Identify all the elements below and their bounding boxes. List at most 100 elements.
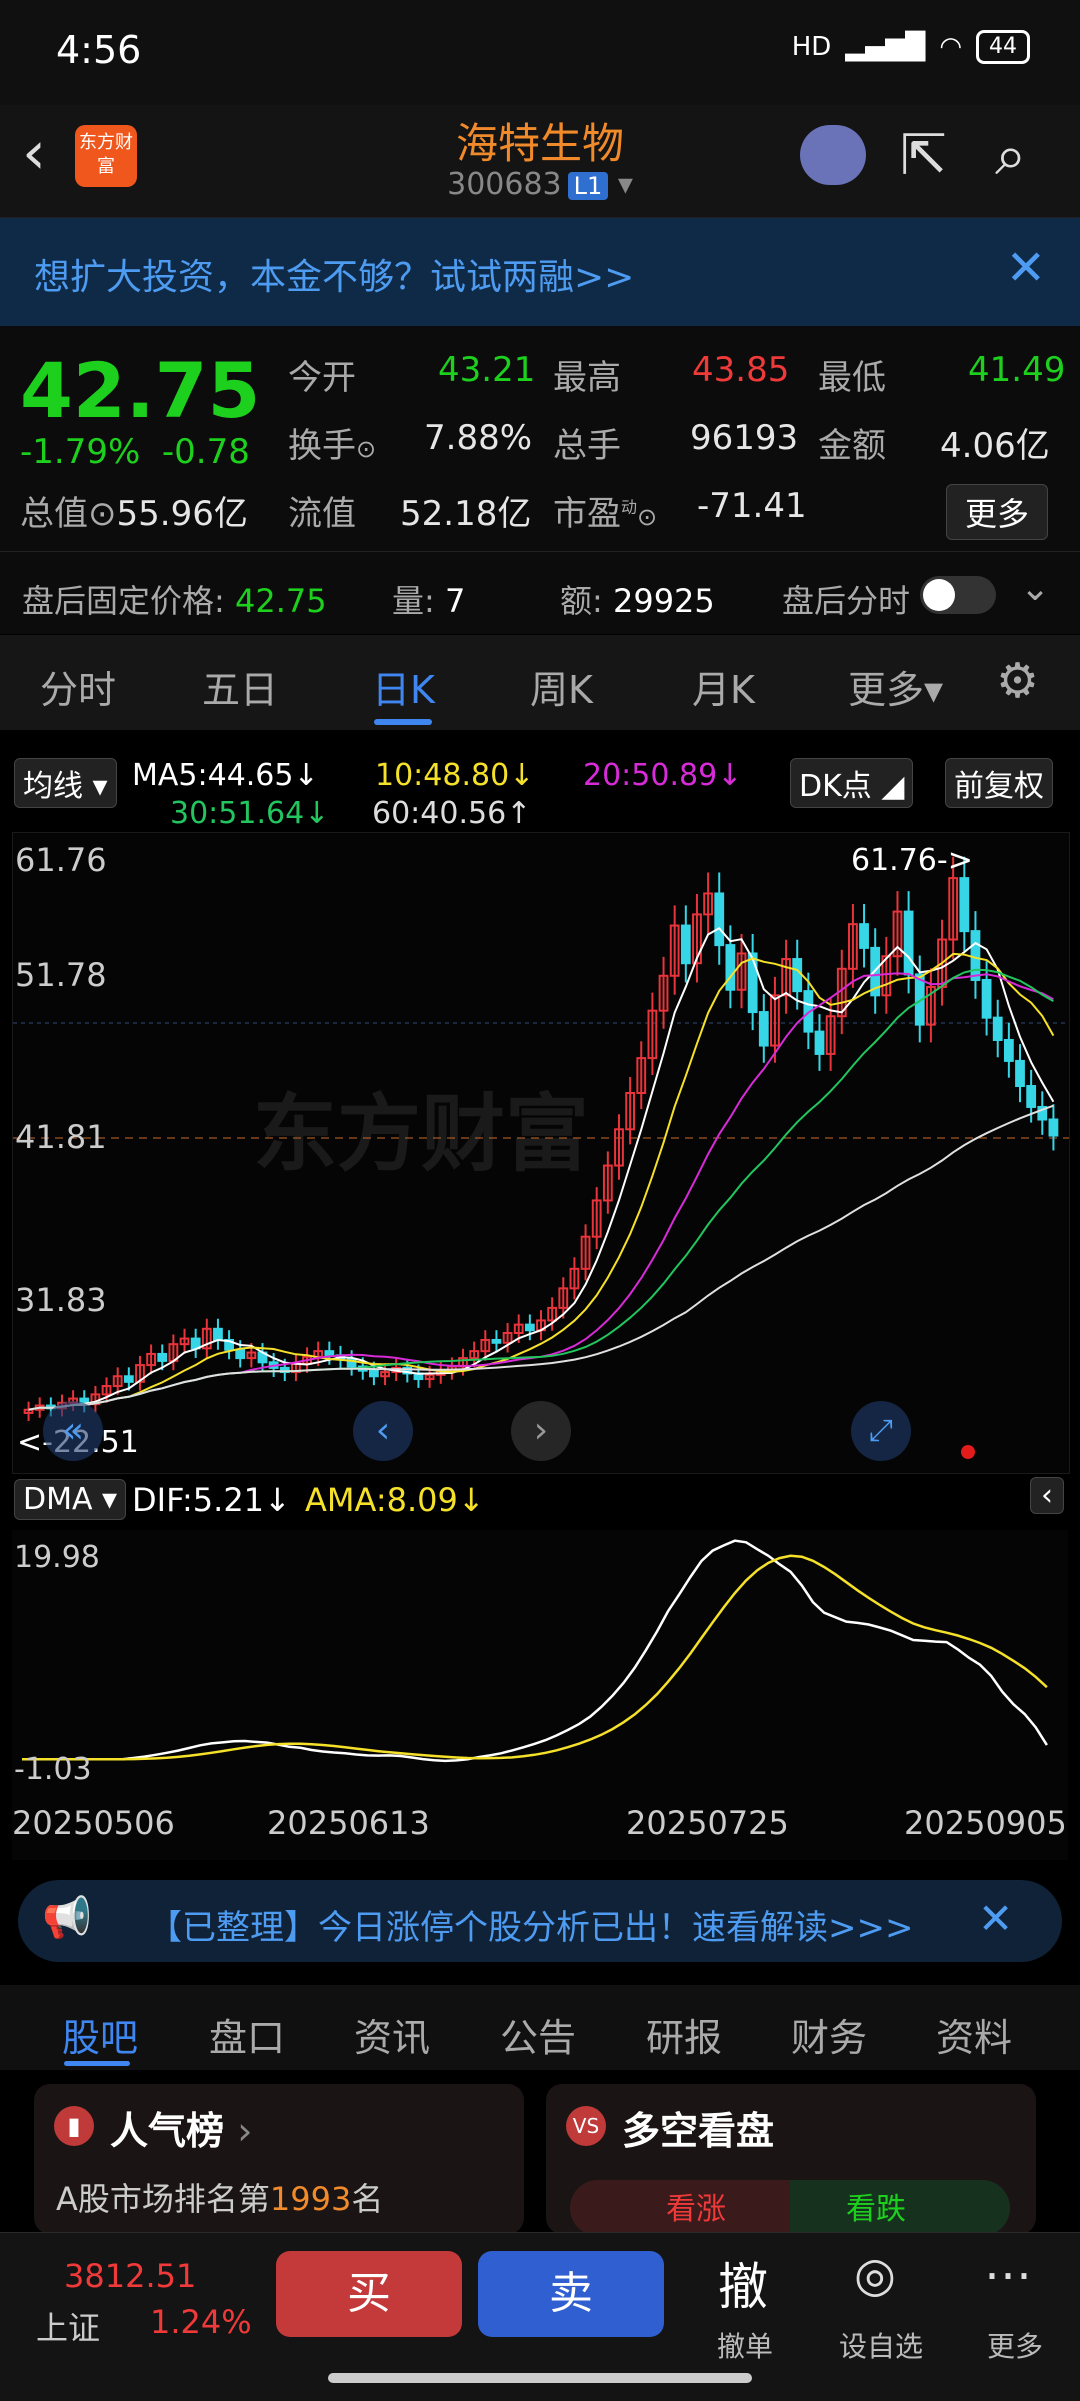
- cancel-order-icon[interactable]: 撤: [718, 2247, 768, 2319]
- status-bar: 4:56 HD ▂▄▆█ ◠ 44: [0, 0, 1080, 105]
- tab-news[interactable]: 资讯: [354, 2007, 430, 2062]
- dk-point-button[interactable]: DK点 ◢: [790, 758, 914, 808]
- stock-header: 海特生物 300683 L1 ▾ ‹ 东方财富 ⇱ ⌕: [0, 105, 1080, 218]
- tab-profile[interactable]: 资料: [936, 2007, 1012, 2062]
- buy-button[interactable]: 买: [276, 2251, 462, 2337]
- search-icon[interactable]: ⌕: [995, 123, 1026, 189]
- candle-body: [235, 1348, 246, 1360]
- y-tick-4: 31.83: [15, 1281, 107, 1319]
- quote-panel: 42.75 -1.79% -0.78 总值⊙55.96亿 今开 43.21 最高…: [0, 326, 1080, 551]
- candle-body: [970, 930, 981, 981]
- dif-value: DIF:5.21↓: [132, 1481, 291, 1519]
- ma5-value: MA5:44.65↓: [132, 758, 319, 793]
- dif-line: [22, 1539, 1048, 1763]
- high-label: 最高: [553, 358, 621, 398]
- tab-five-day[interactable]: 五日: [202, 659, 278, 714]
- tab-finance[interactable]: 财务: [791, 2007, 867, 2062]
- chevron-down-icon[interactable]: ⌄: [1020, 568, 1050, 609]
- toggle-knob: [923, 579, 955, 611]
- tab-timeshare[interactable]: 分时: [40, 659, 116, 714]
- bull-bear-card[interactable]: VS 多空看盘 看涨 看跌: [546, 2084, 1036, 2236]
- candle-body: [190, 1337, 201, 1350]
- turnover-label: 换手⊙: [288, 426, 377, 466]
- candle-body: [1003, 1038, 1014, 1062]
- popular-title: 人气榜 ›: [110, 2109, 253, 2153]
- float-value: 52.18亿: [400, 494, 532, 534]
- indicator-selector[interactable]: DMA ▾: [14, 1479, 127, 1520]
- vs-icon: VS: [566, 2106, 606, 2146]
- ah-timeshare-toggle[interactable]: [920, 576, 996, 614]
- wifi-icon: ◠: [939, 32, 962, 62]
- back-icon[interactable]: ‹: [22, 123, 46, 183]
- more-dots-icon[interactable]: ⋯: [984, 2247, 1032, 2303]
- ma10-value: 10:48.80↓: [375, 758, 535, 793]
- ma-selector[interactable]: 均线 ▾: [14, 758, 117, 808]
- news-notice[interactable]: 📢 【已整理】今日涨停个股分析已出！速看解读>>> ✕: [18, 1880, 1062, 1962]
- scroll-start-icon[interactable]: «: [43, 1401, 103, 1461]
- price-adjust-button[interactable]: 前复权: [945, 758, 1053, 808]
- tab-announcements[interactable]: 公告: [500, 2007, 576, 2062]
- tab-research[interactable]: 研报: [646, 2007, 722, 2062]
- scroll-left-icon[interactable]: ‹: [353, 1401, 413, 1461]
- candlestick-chart[interactable]: 东方财富 61.76 51.78 41.81 31.83 61.76-> <-2…: [12, 832, 1070, 1474]
- turnover-value: 7.88%: [424, 418, 533, 458]
- status-icons: HD ▂▄▆█ ◠ 44: [792, 30, 1030, 64]
- popular-rank-text: A股市场排名第1993名: [56, 2180, 384, 2218]
- tab-monthly-k[interactable]: 月K: [692, 659, 755, 714]
- bull-button[interactable]: 看涨: [666, 2184, 726, 2228]
- close-icon[interactable]: ✕: [978, 1894, 1013, 1943]
- settings-gear-icon[interactable]: ⚙: [996, 653, 1039, 709]
- scroll-right-icon[interactable]: ›: [511, 1401, 571, 1461]
- battery-icon: 44: [976, 30, 1030, 64]
- tab-daily-k[interactable]: 日K: [372, 659, 435, 714]
- mktcap-row: 总值⊙55.96亿: [20, 486, 248, 535]
- app-logo[interactable]: 东方财富: [75, 125, 137, 187]
- date-tick: 20250905: [904, 1804, 1067, 1842]
- fullscreen-icon[interactable]: ⤢: [851, 1401, 911, 1461]
- share-icon[interactable]: ⇱: [900, 123, 947, 188]
- candle-body: [157, 1352, 168, 1362]
- ah-price: 盘后固定价格: 42.75: [22, 582, 327, 620]
- sell-button[interactable]: 卖: [478, 2251, 664, 2337]
- bear-button[interactable]: 看跌: [846, 2184, 906, 2228]
- date-tick: 20250613: [267, 1804, 430, 1842]
- open-label: 今开: [288, 358, 356, 398]
- more-button[interactable]: 更多: [946, 484, 1049, 540]
- popularity-card[interactable]: ▮ 人气榜 › A股市场排名第1993名: [34, 2084, 524, 2234]
- info-icon[interactable]: ⊙: [88, 494, 117, 534]
- live-dot: [961, 1445, 975, 1459]
- candle-body: [1048, 1118, 1059, 1137]
- dma-y-bottom: -1.03: [14, 1752, 92, 1787]
- collapse-panel-icon[interactable]: ‹: [1030, 1477, 1064, 1514]
- after-hours-row: 盘后固定价格: 42.75 量: 7 额: 29925 盘后分时 ⌄: [0, 551, 1080, 634]
- candle-body: [524, 1323, 535, 1332]
- close-icon[interactable]: ✕: [1006, 240, 1046, 296]
- candle-body: [992, 1016, 1003, 1041]
- rank-chart-icon: ▮: [54, 2106, 94, 2146]
- index-change: 1.24%: [150, 2303, 252, 2341]
- candle-body: [859, 923, 869, 949]
- date-axis: 20250506 20250613 20250725 20250905: [12, 1800, 1068, 1860]
- watermark: 东方财富: [253, 1085, 589, 1183]
- ama-value: AMA:8.09↓: [305, 1481, 485, 1519]
- tab-forum[interactable]: 股吧: [62, 2007, 138, 2062]
- amount-value: 4.06亿: [940, 426, 1050, 466]
- assistant-robot-icon[interactable]: [800, 125, 866, 185]
- float-label: 流值: [288, 494, 356, 534]
- tab-orderbook[interactable]: 盘口: [209, 2007, 285, 2062]
- low-value: 41.49: [968, 350, 1066, 390]
- ah-timeshare-label: 盘后分时: [782, 582, 911, 620]
- open-value: 43.21: [438, 350, 536, 390]
- change-values: -1.79% -0.78: [20, 432, 250, 472]
- candle-body: [123, 1375, 134, 1383]
- watchlist-icon[interactable]: ◎: [854, 2247, 896, 2303]
- ma30-value: 30:51.64↓: [170, 796, 330, 831]
- index-value[interactable]: 3812.51: [64, 2257, 196, 2295]
- low-label: 最低: [818, 358, 886, 398]
- margin-trading-banner[interactable]: 想扩大投资，本金不够？试试两融>> ✕: [0, 218, 1080, 326]
- tab-more[interactable]: 更多▾: [848, 659, 943, 714]
- signal-icon: HD: [791, 32, 832, 62]
- tab-weekly-k[interactable]: 周K: [530, 659, 593, 714]
- candle-body: [1015, 1059, 1025, 1088]
- watchlist-label: 设自选: [838, 2330, 923, 2363]
